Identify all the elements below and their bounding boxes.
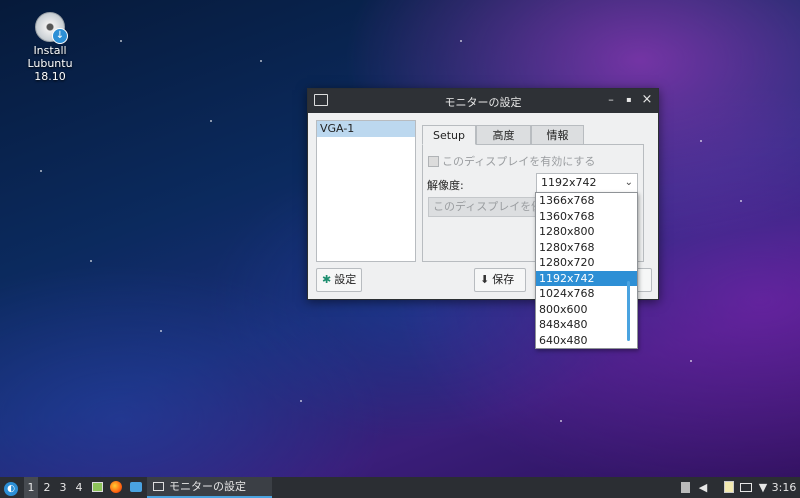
clock[interactable]: 3:16 — [770, 477, 798, 498]
taskbar-window-label: モニターの設定 — [169, 480, 246, 493]
resolution-value: 1192x742 — [541, 176, 597, 189]
restore-button[interactable]: ▪ — [622, 92, 636, 108]
tab-advanced[interactable]: 高度 — [476, 125, 531, 145]
chevron-down-icon: ⌄ — [624, 177, 633, 188]
clipboard-icon[interactable] — [722, 477, 736, 498]
close-button[interactable]: × — [640, 92, 654, 108]
minimize-button[interactable]: – — [604, 92, 618, 108]
enable-display-checkbox[interactable]: このディスプレイを有効にする — [428, 153, 595, 169]
workspace-2[interactable]: 2 — [40, 477, 54, 498]
resolution-dropdown-list[interactable]: 1366x768 1360x768 1280x800 1280x768 1280… — [535, 192, 638, 349]
resolution-option[interactable]: 1024x768 — [536, 286, 637, 302]
volume-icon[interactable]: ◀ — [696, 477, 710, 498]
tab-setup[interactable]: Setup — [422, 125, 476, 145]
taskbar-window-button[interactable]: モニターの設定 — [147, 477, 272, 498]
save-button-label: 保存 — [492, 273, 515, 286]
window-titlebar[interactable]: モニターの設定 – ▪ × — [308, 89, 658, 113]
resolution-option[interactable]: 1280x720 — [536, 255, 637, 271]
resolution-option[interactable]: 1360x768 — [536, 209, 637, 225]
workspace-3[interactable]: 3 — [56, 477, 70, 498]
chat-icon[interactable] — [128, 477, 144, 498]
checkbox-box[interactable] — [428, 156, 439, 167]
resolution-option-selected[interactable]: 1192x742 — [536, 270, 637, 286]
save-button[interactable]: ⬇ 保存 — [474, 268, 526, 292]
output-list[interactable]: VGA-1 — [316, 120, 416, 262]
resolution-option[interactable]: 1280x768 — [536, 240, 637, 256]
settings-button[interactable]: ✱ 設定 — [316, 268, 362, 292]
resolution-select[interactable]: 1192x742 ⌄ — [536, 173, 638, 193]
taskbar: ◐ 1 2 3 4 モニターの設定 ◀ ▼ 3:16 — [0, 477, 800, 498]
tab-info[interactable]: 情報 — [531, 125, 584, 145]
enable-display-label: このディスプレイを有効にする — [442, 155, 596, 168]
download-arrow-icon: ↓ — [52, 28, 68, 44]
install-lubuntu-desktop-icon[interactable]: ↓ Install Lubuntu 18.10 — [10, 12, 90, 83]
start-menu-button[interactable]: ◐ — [2, 477, 20, 498]
resolution-label: 解像度: — [427, 179, 464, 192]
resolution-option[interactable]: 1280x800 — [536, 224, 637, 240]
network-icon[interactable]: ▼ — [756, 477, 770, 498]
install-lubuntu-label-line2: 18.10 — [34, 70, 66, 83]
workspace-1[interactable]: 1 — [24, 477, 38, 498]
resolution-option[interactable]: 640x480 — [536, 333, 637, 349]
resolution-option[interactable]: 848x480 — [536, 317, 637, 333]
file-manager-icon[interactable] — [90, 477, 104, 498]
firefox-icon[interactable] — [108, 477, 124, 498]
workspace-4[interactable]: 4 — [72, 477, 86, 498]
display-icon[interactable] — [739, 477, 753, 498]
output-item-vga-1[interactable]: VGA-1 — [317, 121, 415, 137]
cd-install-icon: ↓ — [35, 12, 68, 44]
download-save-icon: ⬇ — [480, 273, 490, 286]
tray-app-icon[interactable] — [678, 477, 692, 498]
dropdown-scrollbar[interactable] — [627, 281, 630, 341]
resolution-option[interactable]: 1366x768 — [536, 193, 637, 209]
set-primary-button[interactable]: このディスプレイを優先 — [428, 197, 538, 217]
lubuntu-logo-icon: ◐ — [4, 482, 18, 496]
install-lubuntu-label-line1: Install Lubuntu — [27, 44, 73, 70]
monitor-icon — [153, 482, 164, 491]
settings-button-label: 設定 — [334, 273, 357, 286]
settings-gear-icon: ✱ — [322, 273, 332, 286]
resolution-option[interactable]: 800x600 — [536, 302, 637, 318]
